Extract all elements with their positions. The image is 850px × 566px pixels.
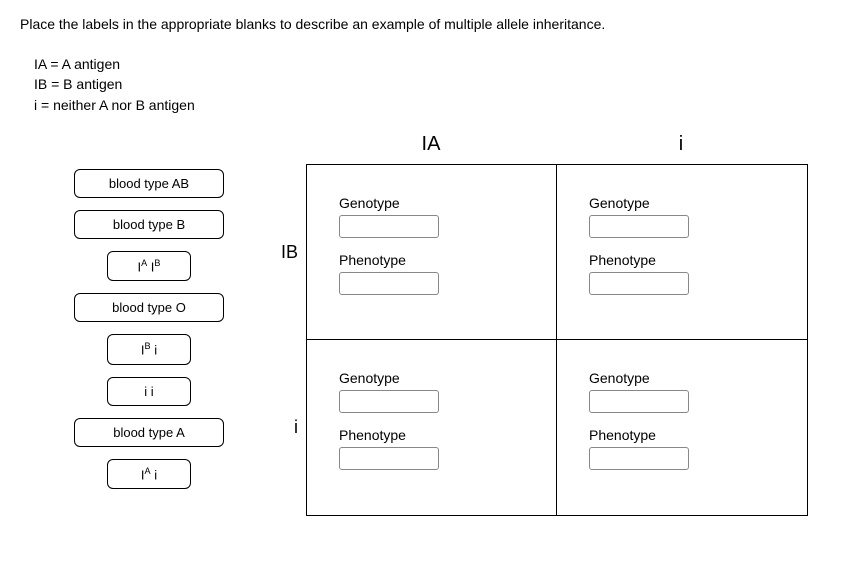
- phenotype-label: Phenotype: [589, 252, 793, 268]
- genotype-label: Genotype: [339, 195, 542, 211]
- phenotype-label: Phenotype: [339, 252, 542, 268]
- label-blood-type-a[interactable]: blood type A: [74, 418, 224, 447]
- legend-line-i: i = neither A nor B antigen: [34, 95, 830, 115]
- instruction-text: Place the labels in the appropriate blan…: [20, 16, 830, 32]
- phenotype-label: Phenotype: [339, 427, 542, 443]
- genotype-label: Genotype: [589, 195, 793, 211]
- column-header-i: i: [556, 133, 806, 164]
- legend-line-ia: IA = A antigen: [34, 54, 830, 74]
- label-ii[interactable]: i i: [107, 377, 191, 406]
- column-header-ia: IA: [306, 133, 556, 164]
- legend-line-ib: IB = B antigen: [34, 74, 830, 94]
- label-ib-i[interactable]: I i: [107, 334, 191, 364]
- phenotype-drop-i-i[interactable]: [589, 447, 689, 470]
- genotype-label: Genotype: [589, 370, 793, 386]
- phenotype-drop-i-ia[interactable]: [339, 447, 439, 470]
- cell-i-i: Genotype Phenotype: [557, 340, 807, 515]
- phenotype-label: Phenotype: [589, 427, 793, 443]
- genotype-drop-ib-ia[interactable]: [339, 215, 439, 238]
- punnett-square: IA i IB i Genotype Phenotype: [270, 133, 808, 516]
- genotype-label: Genotype: [339, 370, 542, 386]
- genotype-drop-i-i[interactable]: [589, 390, 689, 413]
- row-header-i: i: [270, 417, 306, 438]
- cell-ib-ia: Genotype Phenotype: [307, 165, 557, 340]
- allele-legend: IA = A antigen IB = B antigen i = neithe…: [34, 54, 830, 115]
- cell-i-ia: Genotype Phenotype: [307, 340, 557, 515]
- genotype-drop-ib-i[interactable]: [589, 215, 689, 238]
- phenotype-drop-ib-ia[interactable]: [339, 272, 439, 295]
- label-blood-type-o[interactable]: blood type O: [74, 293, 224, 322]
- draggable-labels-column: blood type AB blood type B I I blood typ…: [20, 133, 240, 501]
- genotype-drop-i-ia[interactable]: [339, 390, 439, 413]
- phenotype-drop-ib-i[interactable]: [589, 272, 689, 295]
- label-blood-type-b[interactable]: blood type B: [74, 210, 224, 239]
- label-blood-type-ab[interactable]: blood type AB: [74, 169, 224, 198]
- row-header-ib: IB: [270, 242, 306, 263]
- cell-ib-i: Genotype Phenotype: [557, 165, 807, 340]
- label-ia-ib[interactable]: I I: [107, 251, 191, 281]
- label-ia-i[interactable]: I i: [107, 459, 191, 489]
